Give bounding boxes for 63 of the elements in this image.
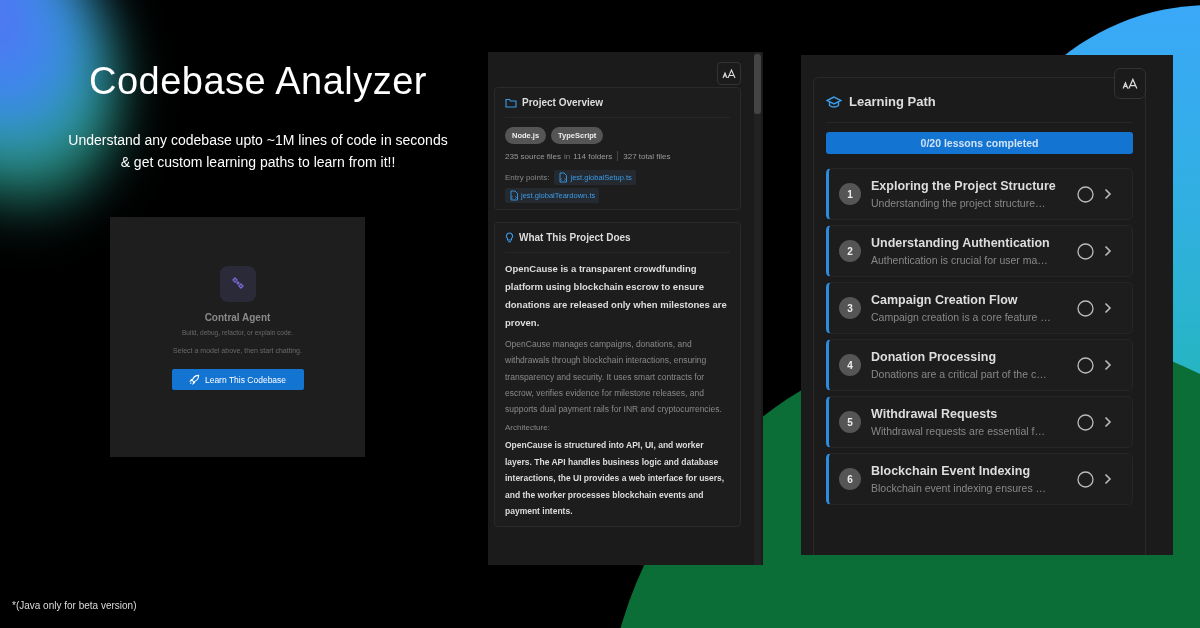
empty-circle-icon[interactable] xyxy=(1077,470,1094,488)
lesson-description: Campaign creation is a core feature … xyxy=(871,311,1052,323)
lesson-description: Withdrawal requests are essential f… xyxy=(871,425,1046,437)
architecture-label: Architecture: xyxy=(505,423,551,433)
empty-circle-icon[interactable] xyxy=(1077,185,1094,203)
lesson-description: Understanding the project structure… xyxy=(871,197,1047,209)
subtitle: Understand any codebase upto ~1M lines of code in seconds & get custom learning paths to learn from it!! xyxy=(67,131,449,172)
agent-title: Contral Agent xyxy=(204,312,271,323)
section-title: What This Project Does xyxy=(519,232,631,243)
folder-icon xyxy=(505,97,517,108)
lesson-description: Blockchain event indexing ensures … xyxy=(871,482,1048,494)
empty-circle-icon[interactable] xyxy=(1077,356,1094,374)
project-details: OpenCause manages campaigns, donations, and withdrawals through blockchain interactions, ensuring transparency and security. It uses smart contracts for escrow, verifies evidence for milestone releases, and supports dual payment rails for INR and cryptocurrencies. xyxy=(505,338,723,417)
learn-button[interactable]: Learn This Codebase xyxy=(171,369,304,390)
lesson-number: 2 xyxy=(839,240,861,262)
rocket-icon xyxy=(188,374,200,385)
chevron-right-icon[interactable] xyxy=(1104,245,1112,257)
chevron-right-icon[interactable] xyxy=(1104,416,1112,428)
graduation-cap-icon xyxy=(826,94,842,109)
lightbulb-icon xyxy=(505,232,514,243)
lesson-card[interactable]: 6 Blockchain Event Indexing Blockchain event indexing ensures … xyxy=(826,453,1133,505)
file-code-icon xyxy=(558,172,569,183)
lesson-number: 1 xyxy=(839,183,861,205)
progress-label: 0/20 lessons completed xyxy=(920,137,1039,149)
lesson-number: 3 xyxy=(839,297,861,319)
stats-joiner: in xyxy=(564,151,571,161)
project-summary: OpenCause is a transparent crowdfunding platform using blockchain escrow to ensure donations are released only when milestones are proven. xyxy=(505,262,728,330)
lesson-card[interactable]: 2 Understanding Authentication Authentication is crucial for user ma… xyxy=(826,225,1133,277)
chevron-right-icon[interactable] xyxy=(1104,188,1112,200)
lesson-number: 6 xyxy=(839,468,861,490)
font-size-icon[interactable] xyxy=(1114,68,1146,99)
chevron-right-icon[interactable] xyxy=(1104,473,1112,485)
lesson-description: Donations are a critical part of the c… xyxy=(871,368,1048,380)
file-code-icon xyxy=(509,190,519,201)
architecture-text: OpenCause is structured into API, UI, and worker layers. The API handles business logic and database interactions, the UI provides a web interface for users, and the worker processes blockchain events and payment intents. xyxy=(505,439,726,519)
lesson-number: 5 xyxy=(839,411,861,433)
lesson-title: Blockchain Event Indexing xyxy=(871,464,1032,478)
entry-label: Entry points: xyxy=(505,173,550,182)
lesson-number: 4 xyxy=(839,354,861,376)
file-count: 235 source files xyxy=(505,151,562,161)
lesson-card[interactable]: 5 Withdrawal Requests Withdrawal requests are essential f… xyxy=(826,396,1133,448)
lesson-title: Withdrawal Requests xyxy=(871,407,999,421)
lesson-title: Understanding Authentication xyxy=(871,236,1051,250)
lesson-title: Donation Processing xyxy=(871,350,998,364)
section-title: Learning Path xyxy=(849,94,936,109)
folder-count: 114 folders xyxy=(573,151,613,161)
empty-circle-icon[interactable] xyxy=(1077,242,1094,260)
empty-circle-icon[interactable] xyxy=(1077,413,1094,431)
lesson-description: Authentication is crucial for user ma… xyxy=(871,254,1049,266)
lesson-card[interactable]: 3 Campaign Creation Flow Campaign creation is a core feature … xyxy=(826,282,1133,334)
lesson-title: Campaign Creation Flow xyxy=(871,293,1019,307)
font-size-icon[interactable] xyxy=(717,62,741,85)
lesson-card[interactable]: 1 Exploring the Project Structure Understanding the project structure… xyxy=(826,168,1133,220)
total-count: 327 total files xyxy=(623,151,671,161)
scrollbar[interactable] xyxy=(754,52,761,565)
lesson-card[interactable]: 4 Donation Processing Donations are a critical part of the c… xyxy=(826,339,1133,391)
chevron-right-icon[interactable] xyxy=(1104,302,1112,314)
chevron-right-icon[interactable] xyxy=(1104,359,1112,371)
empty-circle-icon[interactable] xyxy=(1077,299,1094,317)
lesson-title: Exploring the Project Structure xyxy=(871,179,1057,193)
section-title: Project Overview xyxy=(522,97,604,108)
footnote: *(Java only for beta version) xyxy=(12,600,137,611)
sparkle-icon xyxy=(219,266,256,302)
